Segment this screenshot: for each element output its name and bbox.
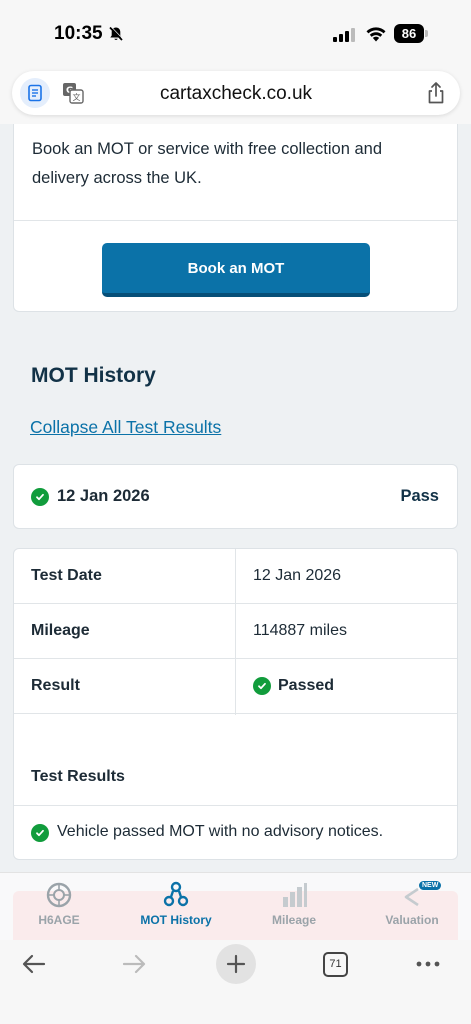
nav-label: H6AGE	[38, 913, 80, 927]
mot-triangle-icon	[121, 879, 231, 911]
nav-label: Valuation	[385, 913, 439, 927]
new-badge: NEW	[419, 881, 442, 890]
promo-text: Book an MOT or service with free collect…	[32, 140, 383, 187]
share-icon[interactable]	[426, 81, 446, 110]
check-circle-icon	[253, 677, 271, 695]
divider	[14, 805, 457, 806]
status-time: 10:35	[54, 23, 103, 44]
result-value: Passed	[278, 677, 335, 694]
address-bar[interactable]: G文 cartaxcheck.co.uk	[12, 71, 460, 115]
nav-label: Mileage	[271, 913, 316, 927]
mot-detail-table: Test Date 12 Jan 2026 Mileage 114887 mil…	[13, 548, 458, 860]
wifi-icon	[365, 25, 387, 47]
section-title: MOT History	[31, 364, 156, 387]
table-row: Mileage 114887 miles	[14, 604, 457, 659]
result-date: 12 Jan 2026	[57, 487, 150, 505]
check-circle-icon	[31, 488, 49, 506]
page-content: Book an MOT or service with free collect…	[0, 124, 471, 884]
wheel-icon	[4, 879, 114, 911]
bar-chart-icon	[239, 879, 349, 911]
test-date-label: Test Date	[31, 567, 102, 584]
bell-muted-icon	[108, 26, 124, 47]
mot-result-summary[interactable]: 12 Jan 2026 Pass	[13, 464, 458, 529]
battery-tip	[425, 30, 428, 37]
site-bottom-nav: H6AGE MOT History Mileage NEW Valuation	[0, 872, 471, 951]
nav-item-mileage[interactable]: Mileage	[239, 879, 349, 927]
new-tab-button[interactable]	[216, 944, 256, 984]
status-bar: 10:35 86	[0, 0, 471, 66]
forward-arrow-icon[interactable]	[120, 950, 148, 983]
battery-indicator: 86	[394, 24, 424, 43]
url-text[interactable]: cartaxcheck.co.uk	[12, 83, 460, 105]
book-mot-button[interactable]: Book an MOT	[102, 243, 370, 297]
back-arrow-icon[interactable]	[20, 950, 48, 983]
nav-item-valuation[interactable]: NEW Valuation	[357, 879, 467, 927]
less-than-icon	[357, 879, 467, 911]
mileage-label: Mileage	[31, 622, 90, 639]
test-results-text: Vehicle passed MOT with no advisory noti…	[57, 823, 384, 840]
more-options-icon[interactable]	[414, 952, 442, 981]
divider	[14, 220, 457, 221]
nav-item-registration[interactable]: H6AGE	[4, 879, 114, 927]
nav-label: MOT History	[140, 913, 212, 927]
tabs-overview-button[interactable]: 71	[323, 952, 348, 977]
table-row: Test Date 12 Jan 2026	[14, 549, 457, 604]
mileage-value: 114887 miles	[253, 622, 347, 639]
result-label: Result	[31, 677, 80, 694]
result-status: Pass	[400, 487, 439, 505]
test-date-value: 12 Jan 2026	[253, 567, 342, 584]
nav-item-mot-history[interactable]: MOT History	[121, 879, 231, 927]
table-row: Result Passed	[14, 659, 457, 714]
check-circle-icon	[31, 824, 49, 842]
browser-toolbar: 71	[0, 940, 471, 1024]
cellular-signal-icon	[333, 28, 355, 42]
test-results-title: Test Results	[31, 768, 125, 785]
browser-address-area: G文 cartaxcheck.co.uk	[0, 66, 471, 124]
collapse-all-link[interactable]: Collapse All Test Results	[30, 417, 221, 438]
promo-card: Book an MOT or service with free collect…	[13, 124, 458, 312]
